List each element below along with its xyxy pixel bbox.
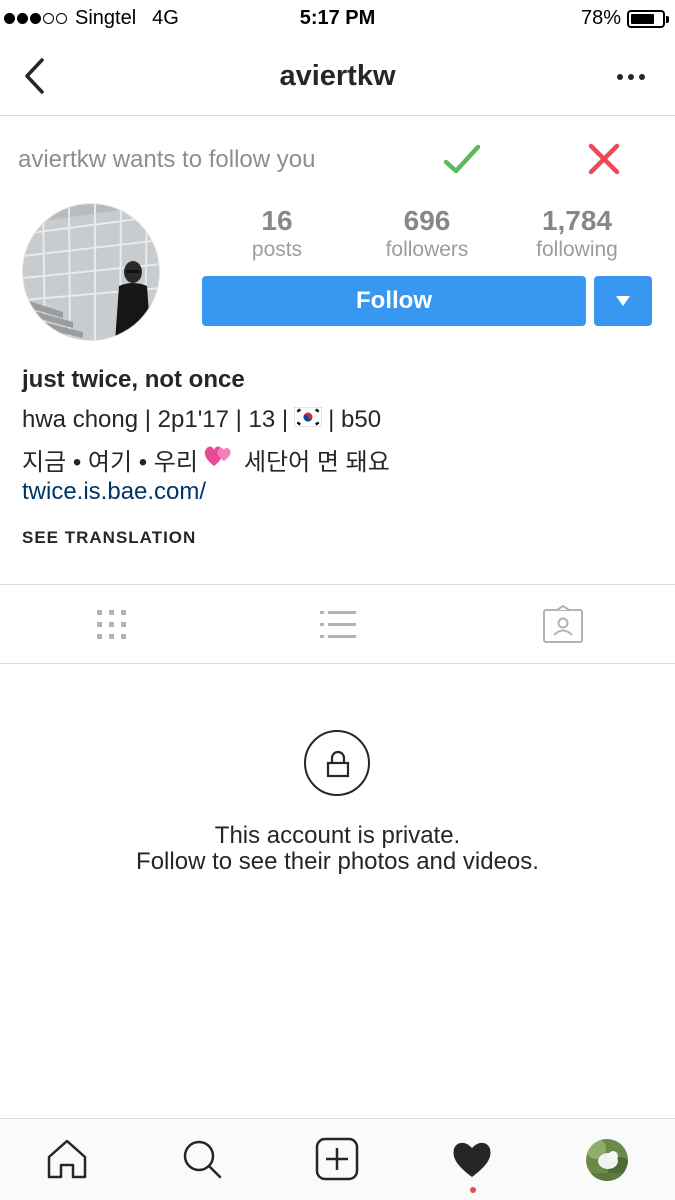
posts-stat[interactable]: 16 posts [202, 205, 352, 263]
profile-avatar[interactable] [22, 203, 160, 341]
profile-name: just twice, not once [22, 366, 245, 393]
activity-heart-icon [453, 1142, 491, 1177]
tab-list[interactable] [318, 605, 358, 645]
status-bar: Singtel 4G 5:17 PM 78% [0, 0, 675, 38]
search-tab[interactable] [180, 1137, 224, 1181]
new-post-icon [315, 1137, 359, 1181]
grid-icon [97, 610, 126, 639]
search-icon [183, 1140, 222, 1179]
posts-count: 16 [261, 205, 293, 236]
close-icon [588, 143, 620, 175]
profile-tab-avatar[interactable] [586, 1139, 628, 1181]
follow-button[interactable]: Follow [202, 276, 586, 326]
caret-down-icon [616, 296, 630, 306]
status-right: 78% [580, 7, 669, 30]
activity-tab[interactable] [450, 1137, 494, 1193]
battery-percent: 78% [580, 7, 621, 29]
followers-stat[interactable]: 696 followers [352, 205, 502, 263]
following-count: 1,784 [541, 205, 613, 236]
see-translation-button[interactable]: SEE TRANSLATION [22, 528, 196, 548]
tagged-photos-icon [543, 604, 583, 643]
profile-avatar-image [586, 1139, 628, 1181]
private-message-line-1: This account is private. [214, 822, 461, 849]
new-post-tab[interactable] [315, 1137, 359, 1181]
profile-photo-image [23, 204, 159, 340]
posts-label: posts [251, 238, 303, 261]
more-options-button[interactable] [613, 62, 649, 92]
checkmark-icon [443, 144, 481, 174]
bio-line-1-text-end: | b50 [328, 406, 382, 433]
battery-icon [627, 9, 669, 28]
more-dots-icon [617, 74, 645, 80]
private-message-line-2: Follow to see their photos and videos. [136, 848, 539, 875]
bio-line-1-text-start: hwa chong | 2p1'17 | 13 | [22, 406, 289, 433]
following-stat[interactable]: 1,784 following [502, 205, 652, 263]
bio-line-2-text-start: 지금 • 여기 • 우리 [22, 449, 198, 476]
bio-line-1: hwa chong | 2p1'17 | 13 | | b50 [22, 406, 381, 434]
follow-request-text: aviertkw wants to follow you [18, 146, 316, 173]
accept-request-button[interactable] [440, 138, 484, 182]
status-time: 5:17 PM [299, 7, 376, 29]
bio-website-link[interactable]: twice.is.bae.com/ [22, 478, 206, 506]
profile-stats: 16 posts 696 followers 1,784 following [202, 205, 652, 263]
lock-icon-circle [304, 730, 370, 796]
south-korea-flag-icon [293, 406, 323, 434]
profile-view-tabs [0, 584, 675, 664]
page-title: aviertkw [279, 60, 396, 92]
list-icon [320, 611, 356, 638]
navigation-bar: aviertkw [0, 38, 675, 116]
two-hearts-icon [202, 442, 234, 477]
home-icon [47, 1139, 87, 1179]
followers-count: 696 [403, 205, 451, 236]
bio-line-2: 지금 • 여기 • 우리 세단어 면 돼요 [22, 442, 390, 477]
home-tab[interactable] [45, 1137, 89, 1181]
bottom-tab-bar [0, 1118, 675, 1200]
tab-grid[interactable] [92, 605, 132, 645]
lock-icon [326, 750, 350, 778]
tab-tagged[interactable] [542, 604, 583, 645]
followers-label: followers [385, 238, 469, 261]
suggested-dropdown-button[interactable] [594, 276, 652, 326]
bio-line-2-text-end: 세단어 면 돼요 [243, 449, 390, 476]
following-label: following [536, 238, 618, 261]
private-account-message: This account is private. Follow to see t… [0, 823, 675, 875]
activity-notification-dot [470, 1187, 476, 1193]
decline-request-button[interactable] [582, 138, 626, 182]
